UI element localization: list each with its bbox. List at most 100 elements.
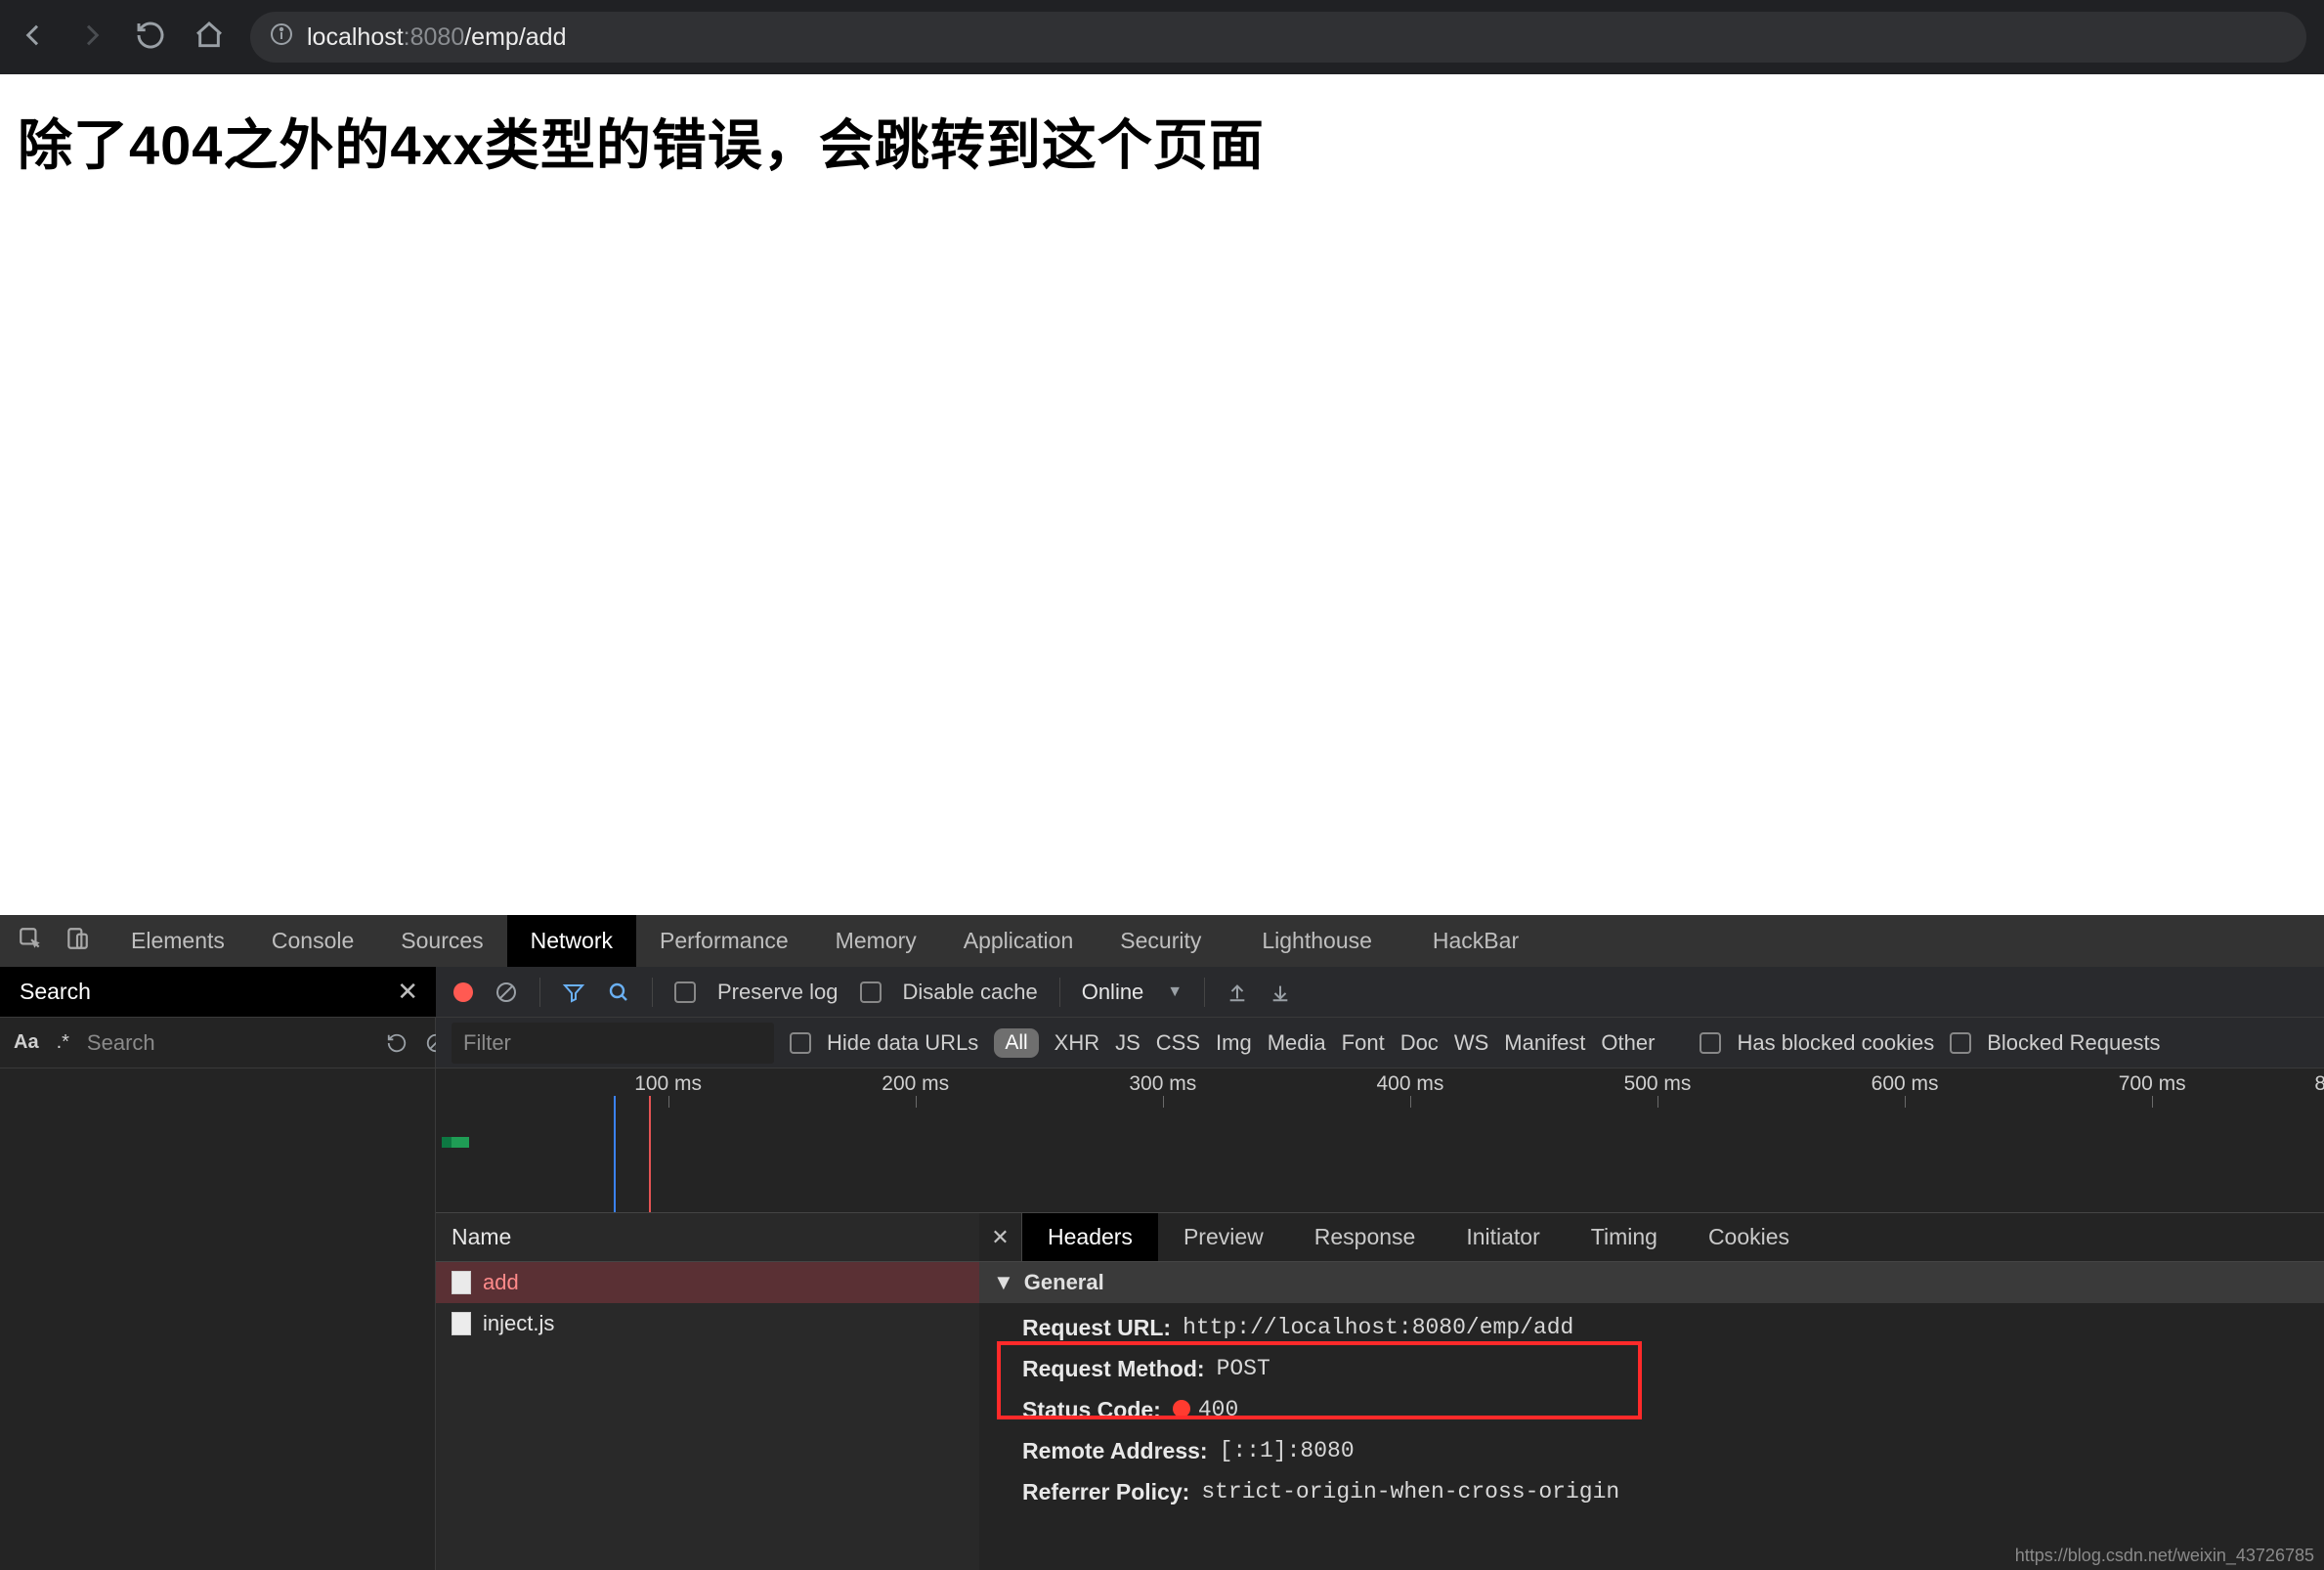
type-all-pill[interactable]: All — [994, 1028, 1038, 1058]
type-other[interactable]: Other — [1601, 1030, 1655, 1056]
disable-cache-label: Disable cache — [903, 980, 1038, 1005]
refresh-search-icon[interactable] — [386, 1032, 408, 1054]
type-img[interactable]: Img — [1216, 1030, 1252, 1056]
detail-tab-timing[interactable]: Timing — [1566, 1213, 1683, 1261]
throttling-select[interactable]: Online ▼ — [1082, 980, 1183, 1005]
network-timeline[interactable]: 100 ms 200 ms 300 ms 400 ms 500 ms 600 m… — [436, 1068, 2324, 1213]
filter-input[interactable] — [452, 1023, 774, 1064]
watermark-text: https://blog.csdn.net/weixin_43726785 — [2015, 1546, 2314, 1566]
detail-tab-cookies[interactable]: Cookies — [1683, 1213, 1815, 1261]
detail-tab-preview[interactable]: Preview — [1158, 1213, 1289, 1261]
divider — [1059, 978, 1060, 1007]
type-ws[interactable]: WS — [1454, 1030, 1488, 1056]
kv-key: Remote Address: — [1022, 1436, 1208, 1465]
tab-lighthouse[interactable]: Lighthouse — [1225, 915, 1409, 967]
tab-console[interactable]: Console — [248, 915, 377, 967]
browser-toolbar: localhost:8080/emp/add — [0, 0, 2324, 74]
kv-value: http://localhost:8080/emp/add — [1183, 1313, 1573, 1342]
regex-icon[interactable]: .* — [57, 1031, 69, 1054]
request-row-injectjs[interactable]: inject.js — [436, 1303, 979, 1344]
kv-value: POST — [1217, 1354, 1270, 1383]
filter-row: Hide data URLs All XHR JS CSS Img Media … — [436, 1018, 2324, 1068]
general-section-header[interactable]: ▼ General — [979, 1262, 2324, 1303]
blocked-req-checkbox[interactable] — [1950, 1032, 1971, 1054]
tab-application[interactable]: Application — [940, 915, 1097, 967]
name-column-header[interactable]: Name — [436, 1213, 979, 1262]
type-font[interactable]: Font — [1342, 1030, 1385, 1056]
hide-data-urls-label: Hide data URLs — [827, 1030, 978, 1056]
status-dot-icon — [1173, 1400, 1190, 1417]
filter-icon[interactable] — [562, 981, 585, 1004]
blocked-cookies-checkbox[interactable] — [1700, 1032, 1721, 1054]
home-icon[interactable] — [194, 20, 225, 56]
match-case-icon[interactable]: Aa — [14, 1031, 39, 1054]
detail-tab-response[interactable]: Response — [1289, 1213, 1442, 1261]
kv-request-url: Request URL: http://localhost:8080/emp/a… — [1022, 1313, 2324, 1342]
request-list: Name add inject.js — [436, 1213, 979, 1570]
devtools-left-icons — [0, 915, 108, 967]
detail-tab-headers[interactable]: Headers — [1022, 1213, 1158, 1261]
site-info-icon[interactable] — [270, 22, 293, 53]
tab-network[interactable]: Network — [507, 915, 636, 967]
hide-data-urls-checkbox[interactable] — [790, 1032, 811, 1054]
detail-tab-initiator[interactable]: Initiator — [1441, 1213, 1565, 1261]
inspect-icon[interactable] — [18, 926, 43, 957]
tab-memory[interactable]: Memory — [812, 915, 940, 967]
type-xhr[interactable]: XHR — [1054, 1030, 1099, 1056]
request-details: ✕ Headers Preview Response Initiator Tim… — [979, 1213, 2324, 1570]
type-media[interactable]: Media — [1268, 1030, 1326, 1056]
timeline-tick-label: 600 ms — [1872, 1072, 1939, 1096]
preserve-log-checkbox[interactable] — [674, 981, 696, 1003]
blocked-req-label: Blocked Requests — [1987, 1030, 2160, 1056]
search-panel-header: Search ✕ — [0, 967, 436, 1017]
kv-key: Request Method: — [1022, 1354, 1205, 1383]
kv-request-method: Request Method: POST — [1022, 1354, 2324, 1383]
type-doc[interactable]: Doc — [1400, 1030, 1439, 1056]
url-host: localhost — [307, 23, 404, 51]
url-port: :8080 — [404, 23, 465, 51]
type-js[interactable]: JS — [1115, 1030, 1140, 1056]
type-manifest[interactable]: Manifest — [1504, 1030, 1585, 1056]
type-css[interactable]: CSS — [1156, 1030, 1200, 1056]
document-icon — [452, 1312, 471, 1335]
request-name: add — [483, 1270, 519, 1295]
chevron-down-icon: ▼ — [993, 1270, 1014, 1295]
timeline-area — [436, 1096, 2324, 1212]
search-input[interactable] — [87, 1030, 368, 1056]
tab-elements[interactable]: Elements — [108, 915, 248, 967]
throttling-value: Online — [1082, 980, 1144, 1005]
request-name: inject.js — [483, 1311, 554, 1336]
blocked-cookies-label: Has blocked cookies — [1737, 1030, 1934, 1056]
disable-cache-checkbox[interactable] — [860, 981, 882, 1003]
download-har-icon[interactable] — [1270, 981, 1291, 1003]
network-lower: Name add inject.js ✕ Headers Preview — [436, 1213, 2324, 1570]
kv-key: Referrer Policy: — [1022, 1477, 1189, 1506]
device-toggle-icon[interactable] — [65, 926, 90, 957]
reload-icon[interactable] — [135, 20, 166, 56]
close-details-icon[interactable]: ✕ — [979, 1213, 1022, 1261]
tab-security[interactable]: Security — [1097, 915, 1225, 967]
document-icon — [452, 1271, 471, 1294]
kv-status-code: Status Code: 400 — [1022, 1395, 2324, 1424]
back-icon[interactable] — [18, 20, 49, 56]
clear-icon[interactable] — [495, 981, 518, 1004]
upload-har-icon[interactable] — [1227, 981, 1248, 1003]
search-icon[interactable] — [607, 981, 630, 1004]
record-icon[interactable] — [453, 982, 473, 1002]
kv-referrer-policy: Referrer Policy: strict-origin-when-cros… — [1022, 1477, 2324, 1506]
close-icon[interactable]: ✕ — [397, 977, 418, 1007]
devtools-row2: Search ✕ Preserve log Disable cache Onli… — [0, 967, 2324, 1018]
tab-hackbar[interactable]: HackBar — [1409, 915, 1542, 967]
detail-tabs: ✕ Headers Preview Response Initiator Tim… — [979, 1213, 2324, 1262]
devtools-tabstrip: Elements Console Sources Network Perform… — [0, 915, 2324, 967]
general-kv-list: Request URL: http://localhost:8080/emp/a… — [979, 1303, 2324, 1516]
page-heading: 除了404之外的4xx类型的错误，会跳转到这个页面 — [18, 102, 2306, 181]
request-row-add[interactable]: add — [436, 1262, 979, 1303]
chevron-down-icon: ▼ — [1167, 983, 1183, 1001]
tab-performance[interactable]: Performance — [636, 915, 812, 967]
tab-sources[interactable]: Sources — [377, 915, 506, 967]
forward-icon[interactable] — [76, 20, 108, 56]
address-bar[interactable]: localhost:8080/emp/add — [250, 12, 2306, 63]
kv-value: strict-origin-when-cross-origin — [1201, 1477, 1619, 1506]
timeline-tick-label: 100 ms — [634, 1072, 702, 1096]
